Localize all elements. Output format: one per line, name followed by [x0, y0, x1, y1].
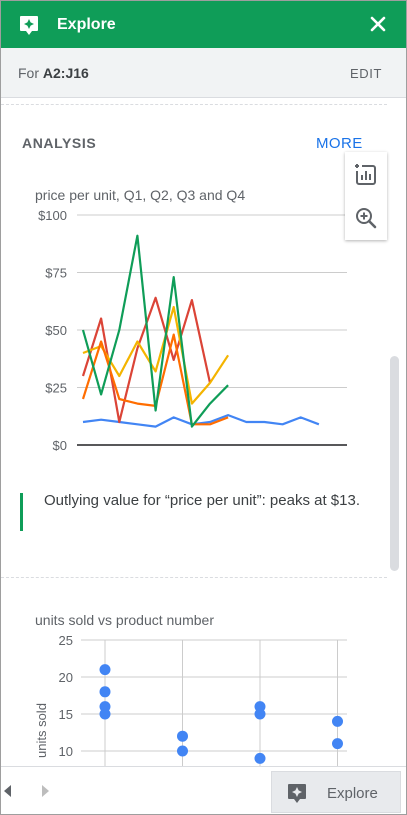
scatter-chart-title: units sold vs product number	[35, 612, 214, 628]
scatter-point	[332, 715, 343, 727]
scatter-point	[99, 664, 111, 676]
chart-tools	[345, 152, 387, 240]
y-tick-label: 10	[59, 744, 73, 759]
section-divider	[1, 104, 387, 105]
line-chart-title: price per unit, Q1, Q2, Q3 and Q4	[35, 187, 246, 203]
insert-chart-button[interactable]	[345, 152, 387, 196]
footer-bar: Explore	[1, 766, 406, 814]
explore-icon	[288, 784, 306, 803]
y-axis-label: units sold	[34, 703, 49, 758]
explore-panel: Explore For A2:J16 EDIT ANALYSIS MORE pr…	[0, 0, 407, 815]
edit-range-button[interactable]: EDIT	[350, 66, 382, 81]
y-tick-label: 25	[59, 633, 73, 648]
y-tick-label: $25	[45, 381, 67, 396]
explore-content: ANALYSIS MORE price per unit, Q1, Q2, Q3…	[1, 98, 390, 766]
scatter-point	[254, 708, 266, 720]
scatter-point	[99, 708, 111, 720]
insight-text: Outlying value for “price per unit”: pea…	[44, 492, 360, 509]
y-tick-label: $100	[38, 208, 67, 223]
section-divider	[1, 577, 387, 578]
explore-icon	[20, 16, 38, 35]
scatter-point	[254, 752, 266, 764]
scrollbar-thumb[interactable]	[390, 356, 399, 571]
range-prefix: For	[18, 65, 43, 81]
scatter-chart[interactable]: 10 15 20 25 units sold	[1, 628, 390, 766]
series-line	[81, 234, 229, 428]
explore-button-label: Explore	[327, 785, 378, 802]
y-tick-label: $50	[45, 323, 67, 338]
y-tick-label: $0	[53, 438, 67, 453]
scatter-point	[99, 686, 111, 698]
line-chart[interactable]: $0 $25 $50 $75 $100	[1, 203, 390, 473]
panel-title: Explore	[57, 16, 116, 33]
zoom-in-icon	[356, 208, 377, 229]
scatter-point	[177, 745, 188, 757]
y-tick-label: 15	[59, 707, 73, 722]
more-button[interactable]: MORE	[316, 135, 363, 152]
zoom-chart-button[interactable]	[345, 196, 387, 240]
range-bar: For A2:J16 EDIT	[1, 48, 406, 98]
close-icon[interactable]	[369, 15, 387, 33]
scroll-left-icon[interactable]	[4, 785, 11, 797]
y-tick-label: $75	[45, 266, 67, 281]
y-tick-label: 20	[59, 670, 73, 685]
scatter-point	[332, 738, 343, 750]
analysis-heading: ANALYSIS	[22, 135, 97, 151]
range-label: For A2:J16	[18, 65, 89, 81]
explore-header: Explore	[1, 1, 406, 48]
range-value: A2:J16	[42, 65, 89, 81]
explore-button[interactable]: Explore	[271, 771, 401, 813]
insert-chart-icon	[355, 164, 376, 185]
scatter-point	[177, 730, 188, 742]
insight-accent	[20, 493, 23, 531]
scroll-right-icon[interactable]	[42, 785, 49, 797]
